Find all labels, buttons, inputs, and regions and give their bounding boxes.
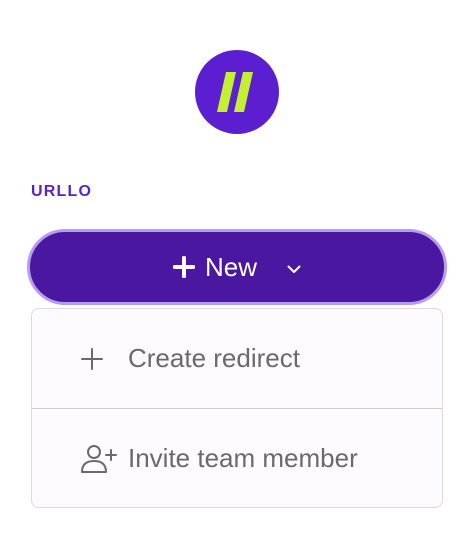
app-logo[interactable]	[195, 50, 279, 134]
menu-item-invite-team-member[interactable]: Invite team member	[32, 409, 442, 507]
new-dropdown-menu: Create redirect Invite team member	[31, 308, 443, 508]
menu-item-label: Create redirect	[128, 343, 300, 373]
plus-icon	[80, 347, 120, 371]
page: URLLO New Create redirect Invite team me…	[0, 0, 476, 544]
new-button-label: New	[204, 251, 257, 282]
new-button[interactable]: New	[27, 229, 447, 305]
plus-icon	[172, 256, 195, 278]
chevron-down-icon	[287, 265, 301, 274]
logo-slashes-icon	[217, 72, 253, 112]
user-plus-icon	[80, 444, 120, 474]
menu-item-create-redirect[interactable]: Create redirect	[32, 309, 442, 408]
menu-item-label: Invite team member	[128, 443, 358, 473]
workspace-name: URLLO	[31, 183, 93, 200]
